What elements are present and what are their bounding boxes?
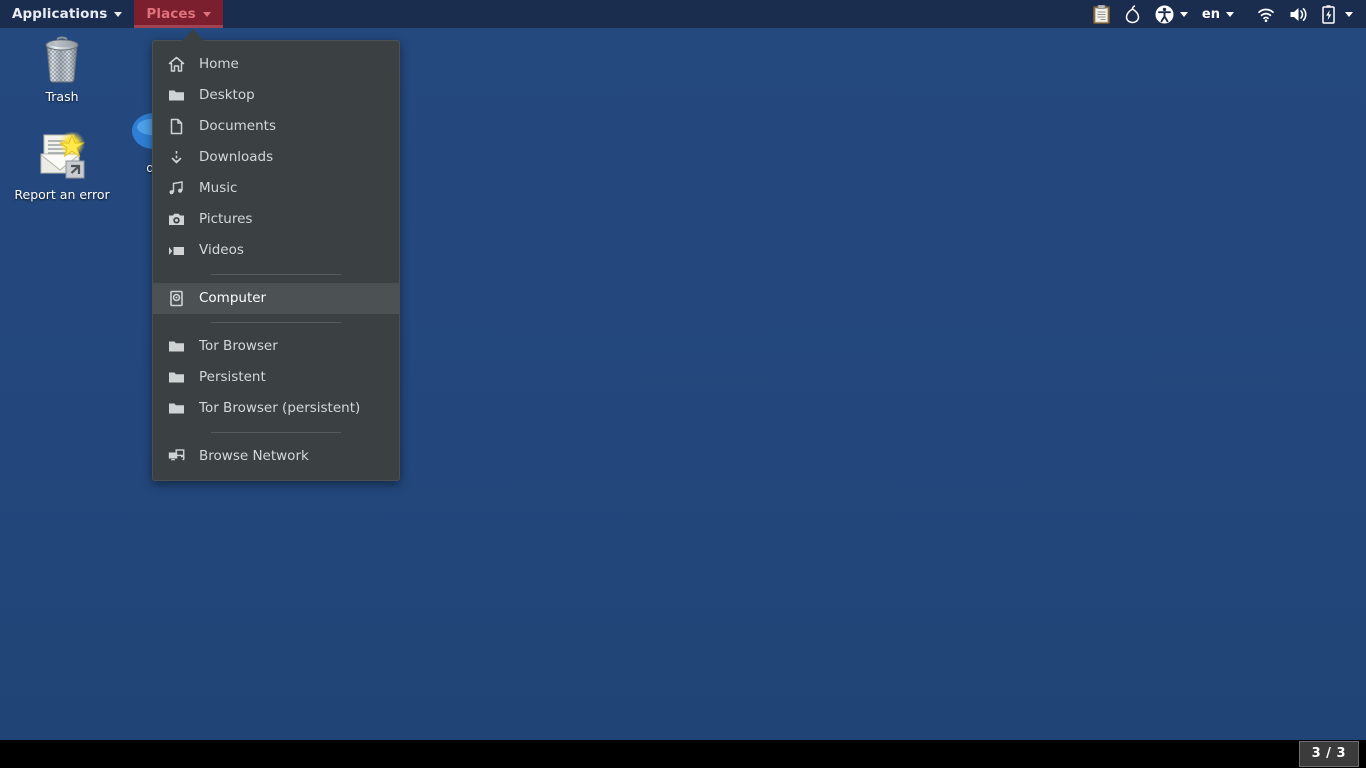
- computer-drive-icon: [153, 290, 199, 307]
- menu-item-label: Desktop: [199, 86, 255, 103]
- desktop-icon-label: Report an error: [14, 187, 110, 202]
- places-menu-label: Places: [146, 6, 196, 22]
- menu-separator: [211, 432, 341, 433]
- menu-item-label: Music: [199, 179, 238, 196]
- panel-left-group: Applications Places: [0, 0, 223, 28]
- applications-menu-label: Applications: [12, 6, 108, 22]
- universal-access-icon[interactable]: [1148, 0, 1195, 28]
- wifi-icon[interactable]: [1241, 0, 1282, 28]
- menu-item-documents[interactable]: Documents: [153, 111, 399, 142]
- folder-icon: [153, 400, 199, 417]
- battery-icon[interactable]: [1315, 0, 1360, 28]
- folder-icon: [153, 87, 199, 104]
- menu-item-persistent[interactable]: Persistent: [153, 362, 399, 393]
- menu-item-pictures[interactable]: Pictures: [153, 204, 399, 235]
- download-icon: [153, 149, 199, 166]
- menu-item-music[interactable]: Music: [153, 173, 399, 204]
- menu-item-label: Documents: [199, 117, 276, 134]
- music-icon: [153, 180, 199, 197]
- chevron-down-icon: [202, 11, 211, 17]
- menu-item-label: Tor Browser (persistent): [199, 399, 361, 416]
- menu-item-computer[interactable]: Computer: [153, 283, 399, 314]
- menu-item-label: Tor Browser: [199, 337, 278, 354]
- camera-icon: [153, 211, 199, 228]
- language-label: en: [1201, 6, 1220, 22]
- menu-separator: [211, 322, 341, 323]
- places-dropdown-menu[interactable]: Home Desktop Documents Downloads Music P…: [152, 40, 400, 481]
- menu-item-label: Home: [199, 55, 239, 72]
- desktop-icon-label: Trash: [45, 89, 79, 104]
- menu-separator: [211, 274, 341, 275]
- folder-icon: [153, 338, 199, 355]
- menu-item-label: Computer: [199, 289, 267, 306]
- volume-icon[interactable]: [1282, 0, 1315, 28]
- menu-item-label: Browse Network: [199, 447, 309, 464]
- video-icon: [153, 242, 199, 259]
- panel-tray: en: [1086, 0, 1366, 28]
- menu-item-tor-browser-persistent[interactable]: Tor Browser (persistent): [153, 393, 399, 424]
- menu-item-label: Pictures: [199, 210, 253, 227]
- network-icon: [153, 448, 199, 465]
- workspace-indicator-label: 3 / 3: [1311, 746, 1346, 761]
- menu-item-label: Videos: [199, 241, 244, 258]
- applications-menu-button[interactable]: Applications: [0, 0, 134, 28]
- folder-icon: [153, 369, 199, 386]
- clipboard-icon[interactable]: [1086, 0, 1117, 28]
- menu-item-videos[interactable]: Videos: [153, 235, 399, 266]
- menu-item-label: Downloads: [199, 148, 274, 165]
- chevron-down-icon: [1345, 11, 1353, 17]
- desktop-icon-trash[interactable]: Trash: [3, 32, 121, 104]
- menu-item-label: Persistent: [199, 368, 266, 385]
- menu-item-tor-browser[interactable]: Tor Browser: [153, 331, 399, 362]
- menu-pointer-arrow: [182, 29, 204, 41]
- home-icon: [153, 56, 199, 73]
- onion-icon[interactable]: [1117, 0, 1148, 28]
- menu-item-desktop[interactable]: Desktop: [153, 80, 399, 111]
- menu-item-browse-network[interactable]: Browse Network: [153, 441, 399, 472]
- chevron-down-icon: [114, 11, 123, 17]
- document-icon: [153, 118, 199, 135]
- desktop-screen: Trash Report an error Applications Place…: [0, 0, 1366, 768]
- language-indicator[interactable]: en: [1195, 0, 1241, 28]
- chevron-down-icon: [1179, 11, 1188, 17]
- trash-icon: [3, 32, 121, 84]
- chevron-down-icon: [1226, 11, 1234, 17]
- bottom-taskbar[interactable]: [0, 740, 1366, 768]
- menu-item-home[interactable]: Home: [153, 49, 399, 80]
- workspace-switcher[interactable]: 3 / 3: [1298, 741, 1359, 767]
- top-panel: Applications Places en: [0, 0, 1366, 28]
- places-menu-button[interactable]: Places: [134, 0, 223, 28]
- menu-item-downloads[interactable]: Downloads: [153, 142, 399, 173]
